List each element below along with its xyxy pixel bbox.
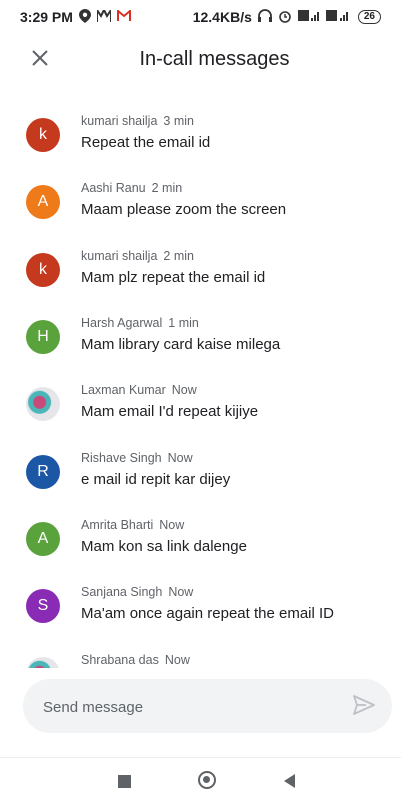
meet-icon <box>95 6 112 25</box>
message-meta: Shrabana das Now <box>81 653 190 667</box>
message-text: Mam kon sa link dalenge <box>81 538 247 555</box>
recents-icon[interactable] <box>118 775 131 788</box>
message-meta: kumari shailja 3 min <box>81 114 194 128</box>
message-item: A Amrita Bharti Now Mam kon sa link dalen… <box>0 512 401 572</box>
message-item: Shrabana das Now <box>0 647 401 668</box>
message-meta: Aashi Ranu 2 min <box>81 181 182 195</box>
message-item: R Rishave Singh Now e mail id repit kar d… <box>0 445 401 505</box>
sender-name: kumari shailja <box>81 114 158 128</box>
system-nav-bar <box>0 757 401 789</box>
send-button[interactable] <box>352 694 378 718</box>
message-meta: Amrita Bharti Now <box>81 518 184 532</box>
avatar: H <box>26 320 60 354</box>
sender-name: Laxman Kumar <box>81 383 166 397</box>
message-item: A Aashi Ranu 2 min Maam please zoom the s… <box>0 175 401 235</box>
header: In-call messages <box>0 34 401 86</box>
sender-name: Rishave Singh <box>81 451 162 465</box>
message-item: H Harsh Agarwal 1 min Mam library card ka… <box>0 310 401 370</box>
message-item: Laxman Kumar Now Mam email I'd repeat kij… <box>0 377 401 437</box>
avatar: k <box>26 118 60 152</box>
page-title: In-call messages <box>139 48 290 70</box>
sender-name: Sanjana Singh <box>81 585 163 599</box>
send-message-input[interactable] <box>41 679 345 735</box>
sender-name: Aashi Ranu <box>81 181 146 195</box>
location-icon <box>78 8 91 26</box>
message-list[interactable]: k kumari shailja 3 min Repeat the email i… <box>0 108 401 668</box>
signal-icon <box>325 9 352 25</box>
message-meta: Harsh Agarwal 1 min <box>81 316 199 330</box>
message-meta: Laxman Kumar Now <box>81 383 197 397</box>
message-time: 2 min <box>163 249 194 263</box>
headphones-icon <box>257 9 272 25</box>
sender-name: Shrabana das <box>81 653 159 667</box>
avatar: A <box>26 185 60 219</box>
message-time: Now <box>164 653 190 667</box>
status-bar: 3:29 PM 12.4KB/s 26 <box>0 0 401 34</box>
message-meta: kumari shailja 2 min <box>81 249 194 263</box>
message-text: Mam email I'd repeat kijiye <box>81 403 259 420</box>
status-time: 3:29 PM <box>20 9 73 25</box>
message-time: 3 min <box>163 114 194 128</box>
gmail-icon <box>116 8 131 24</box>
message-meta: Sanjana Singh Now <box>81 585 193 599</box>
avatar: A <box>26 522 60 556</box>
avatar: S <box>26 589 60 623</box>
avatar: R <box>26 455 60 489</box>
message-text: Mam plz repeat the email id <box>81 269 266 286</box>
battery-indicator: 26 <box>357 10 381 24</box>
message-text: Ma'am once again repeat the email ID <box>81 605 335 622</box>
sender-name: Amrita Bharti <box>81 518 154 532</box>
message-text: e mail id repit kar dijey <box>81 471 231 488</box>
home-icon[interactable] <box>198 771 216 789</box>
status-left: 3:29 PM <box>20 6 131 26</box>
network-speed: 12.4KB/s <box>192 9 252 25</box>
status-right: 12.4KB/s 26 <box>193 9 381 26</box>
sender-name: Harsh Agarwal <box>81 316 163 330</box>
alarm-icon <box>278 9 292 26</box>
volte-icon <box>297 9 320 25</box>
message-time: Now <box>168 585 194 599</box>
message-time: 1 min <box>168 316 199 330</box>
message-composer <box>23 679 392 735</box>
message-time: 2 min <box>151 181 183 195</box>
avatar: k <box>26 253 60 287</box>
message-item: k kumari shailja 2 min Mam plz repeat the… <box>0 243 401 303</box>
message-time: Now <box>171 383 197 397</box>
send-icon <box>352 695 376 720</box>
message-text: Repeat the email id <box>81 134 211 151</box>
avatar-photo <box>26 387 60 421</box>
avatar-photo <box>26 657 60 668</box>
message-time: Now <box>167 451 193 465</box>
message-item: S Sanjana Singh Now Ma'am once again repe… <box>0 579 401 639</box>
message-item: k kumari shailja 3 min Repeat the email i… <box>0 108 401 168</box>
sender-name: kumari shailja <box>81 249 158 263</box>
message-time: Now <box>159 518 185 532</box>
message-text: Maam please zoom the screen <box>81 201 287 218</box>
message-text: Mam library card kaise milega <box>81 336 281 353</box>
message-meta: Rishave Singh Now <box>81 451 193 465</box>
back-icon[interactable] <box>284 774 295 788</box>
